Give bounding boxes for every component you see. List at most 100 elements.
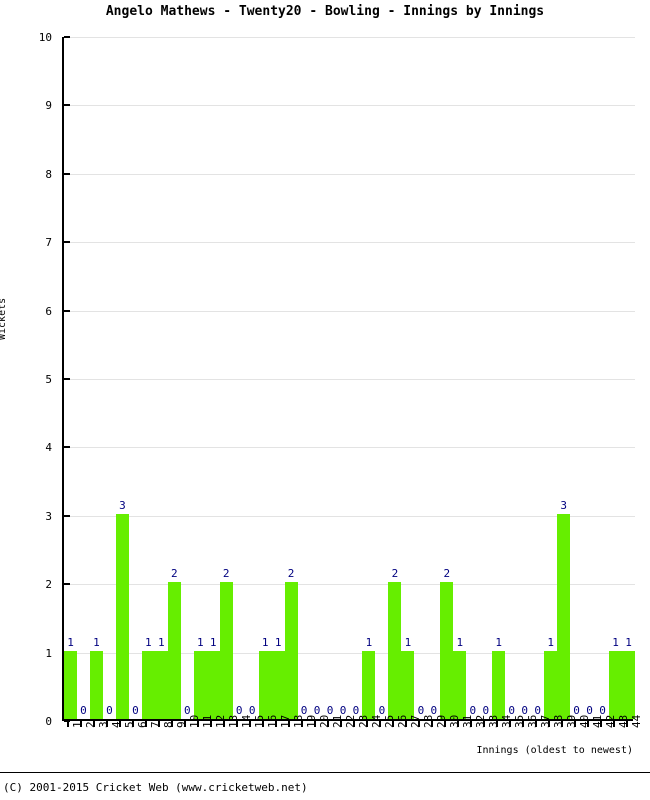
x-axis-tick bbox=[236, 721, 239, 727]
gridline bbox=[64, 173, 635, 175]
y-axis-tick bbox=[64, 378, 70, 380]
x-axis-tick bbox=[171, 721, 174, 727]
gridline bbox=[64, 379, 635, 380]
gridline bbox=[64, 310, 635, 312]
copyright-text: (C) 2001-2015 Cricket Web (www.cricketwe… bbox=[3, 781, 308, 794]
y-axis-tick-label: 3 bbox=[45, 509, 52, 523]
x-axis-tick bbox=[443, 721, 446, 727]
x-axis-tick bbox=[547, 721, 550, 727]
x-axis-tick bbox=[314, 721, 317, 727]
bar-value-label: 1 bbox=[495, 635, 503, 649]
x-axis-tick bbox=[417, 721, 420, 727]
x-axis-tick bbox=[573, 721, 576, 727]
plot-area: 1010301120112001120000010210021001000130… bbox=[62, 36, 635, 722]
gridline bbox=[64, 37, 635, 38]
x-axis-tick bbox=[378, 721, 381, 727]
y-axis-tick-label: 0 bbox=[45, 715, 52, 728]
bar-value-label: 2 bbox=[391, 567, 399, 581]
x-axis-tick bbox=[340, 721, 342, 727]
gridline bbox=[64, 105, 635, 107]
bar bbox=[622, 650, 635, 719]
y-axis-tick-label: 1 bbox=[45, 646, 52, 660]
x-axis-tick bbox=[80, 721, 83, 727]
bar-value-label: 3 bbox=[560, 498, 567, 512]
x-axis-tick bbox=[612, 721, 615, 727]
bar bbox=[141, 650, 155, 719]
bar-value-label: 2 bbox=[222, 567, 230, 581]
bar-value-label: 2 bbox=[287, 567, 295, 581]
bar-value-label: 1 bbox=[456, 635, 464, 649]
bar-value-label: 2 bbox=[443, 567, 451, 581]
y-axis-title: Wickets bbox=[0, 297, 8, 340]
x-axis-tick bbox=[495, 721, 498, 727]
x-axis-tick bbox=[430, 721, 433, 727]
x-axis-tick bbox=[145, 721, 148, 727]
x-axis-tick bbox=[184, 721, 187, 727]
x-axis-tick bbox=[625, 721, 628, 727]
bar-value-label: 1 bbox=[404, 635, 412, 649]
y-axis-tick bbox=[64, 309, 70, 312]
x-axis-tick bbox=[158, 721, 161, 727]
y-axis-tick bbox=[64, 241, 70, 244]
y-axis-tick-label: 10 bbox=[38, 31, 52, 44]
bar-value-label: 2 bbox=[170, 567, 178, 581]
y-axis-tick bbox=[64, 36, 70, 38]
x-axis-tick bbox=[560, 721, 563, 727]
y-axis-tick-label: 9 bbox=[45, 99, 52, 113]
x-axis-tick bbox=[249, 721, 252, 727]
x-axis: 1 2 3 4 5 6 7 8 9 10 11 12 13 14 15 16 17 18 19 20 21 22 23 24 2… bbox=[62, 715, 643, 766]
x-axis-tick bbox=[404, 721, 407, 727]
footer-divider bbox=[0, 772, 650, 773]
gridline bbox=[64, 584, 635, 586]
x-axis-tick bbox=[106, 721, 109, 727]
x-axis-tick bbox=[327, 721, 330, 727]
x-axis-tick bbox=[223, 721, 226, 727]
x-axis-tick bbox=[586, 721, 589, 727]
bar bbox=[167, 582, 181, 719]
x-axis-tick bbox=[132, 721, 135, 727]
bar-value-label: 1 bbox=[93, 635, 100, 649]
x-axis-tick bbox=[262, 721, 265, 727]
x-axis-tick bbox=[93, 721, 96, 727]
bar bbox=[271, 650, 285, 719]
bar bbox=[206, 650, 220, 719]
x-axis-tick bbox=[288, 721, 291, 727]
x-axis-tick bbox=[508, 721, 511, 727]
y-axis-tick bbox=[64, 583, 70, 586]
x-axis-tick bbox=[210, 721, 213, 727]
x-axis-title: Innings (oldest to newest) bbox=[476, 745, 633, 756]
y-axis-tick bbox=[64, 514, 70, 517]
bar bbox=[258, 650, 272, 719]
x-axis-tick bbox=[119, 721, 122, 727]
y-axis-tick-label: 4 bbox=[45, 441, 52, 455]
y-axis-tick-label: 8 bbox=[45, 167, 52, 181]
bar-value-label: 3 bbox=[119, 498, 126, 512]
y-axis-tick-label: 7 bbox=[45, 236, 52, 250]
y-axis-tick bbox=[64, 172, 70, 175]
bar bbox=[115, 513, 129, 719]
x-axis-tick bbox=[391, 721, 394, 727]
bar bbox=[219, 582, 233, 719]
gridline bbox=[64, 447, 635, 449]
bar bbox=[193, 650, 207, 719]
bar bbox=[154, 650, 168, 719]
plot-inner: 1010301120112001120000010210021001000130… bbox=[64, 36, 635, 722]
x-axis-tick bbox=[534, 721, 537, 727]
y-axis-tick-label: 5 bbox=[45, 373, 52, 386]
x-axis-tick bbox=[301, 721, 304, 727]
x-axis-tick bbox=[197, 721, 200, 727]
x-axis-tick bbox=[275, 721, 278, 727]
y-axis-tick bbox=[64, 446, 70, 449]
bar bbox=[609, 650, 623, 719]
bar-value-label: 1 bbox=[67, 635, 74, 649]
page-title: Angelo Mathews - Twenty20 - Bowling - In… bbox=[105, 4, 545, 19]
x-axis-tick bbox=[469, 721, 472, 727]
x-axis-tick bbox=[456, 721, 459, 727]
gridline bbox=[64, 242, 635, 244]
bar bbox=[284, 582, 298, 719]
x-axis-tick bbox=[352, 721, 355, 727]
gridline bbox=[64, 515, 635, 517]
x-axis-tick bbox=[482, 721, 485, 727]
bar-value-label: 1 bbox=[625, 635, 632, 649]
x-axis-tick bbox=[67, 721, 70, 727]
